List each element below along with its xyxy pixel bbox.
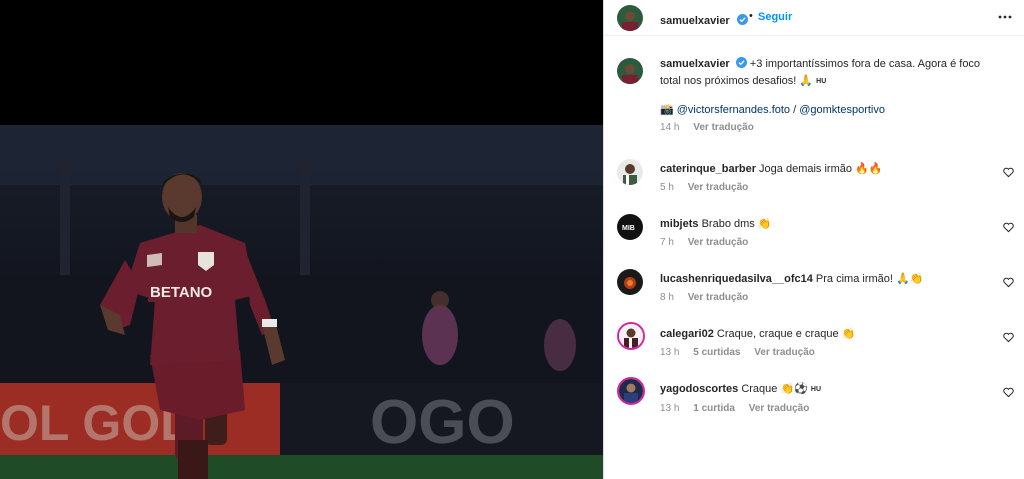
caption-time: 14 h bbox=[660, 122, 680, 133]
comment-item: MIB mibjets Brabo dms 👏 7 h Ver tradução bbox=[604, 210, 1024, 260]
author-avatar[interactable] bbox=[617, 5, 643, 31]
comment-username[interactable]: lucashenriquedasilva__ofc14 bbox=[660, 273, 813, 285]
heart-icon[interactable] bbox=[1003, 222, 1014, 233]
caption-text-line2: total nos próximos desafios! 🙏 bbox=[660, 75, 814, 87]
comment-avatar[interactable] bbox=[617, 269, 643, 295]
comment-text: Craque 👏⚽ bbox=[741, 383, 808, 395]
camera-icon: 📸 bbox=[660, 104, 674, 116]
comment-hu: HU bbox=[810, 386, 822, 393]
post-photo: OL GOL OGO BETANO bbox=[0, 125, 603, 479]
comment-username[interactable]: mibjets bbox=[660, 218, 699, 230]
comment-item: yagodoscortes Craque 👏⚽ HU 13 h 1 curtid… bbox=[604, 375, 1024, 425]
caption-text-line1: +3 importantíssimos fora de casa. Agora … bbox=[749, 58, 981, 70]
header-separator: • bbox=[749, 10, 753, 22]
comment-avatar[interactable]: MIB bbox=[617, 214, 643, 240]
comment-likes[interactable]: 1 curtida bbox=[693, 403, 735, 414]
comment-time: 7 h bbox=[660, 237, 674, 248]
comment-avatar[interactable] bbox=[617, 159, 643, 185]
comment-text: Brabo dms 👏 bbox=[701, 218, 772, 230]
comment-text: Craque, craque e craque 👏 bbox=[716, 328, 856, 340]
heart-icon[interactable] bbox=[1003, 167, 1014, 178]
post-panel: samuelxavier • Seguir samuelxavier +3 im… bbox=[603, 0, 1024, 479]
comment-text: Joga demais irmão 🔥🔥 bbox=[759, 163, 883, 175]
comment-item: calegari02 Craque, craque e craque 👏 13 … bbox=[604, 320, 1024, 370]
comment-time: 13 h bbox=[660, 403, 680, 414]
comment-avatar[interactable] bbox=[617, 377, 645, 405]
post-header: samuelxavier • Seguir bbox=[604, 0, 1024, 36]
comment-likes[interactable]: 5 curtidas bbox=[693, 347, 740, 358]
more-options-icon[interactable] bbox=[998, 10, 1012, 24]
comment-username[interactable]: yagodoscortes bbox=[660, 383, 738, 395]
caption-avatar[interactable] bbox=[617, 58, 643, 84]
heart-icon[interactable] bbox=[1003, 277, 1014, 288]
author-username[interactable]: samuelxavier bbox=[660, 15, 730, 27]
comment-translate[interactable]: Ver tradução bbox=[754, 347, 815, 358]
verified-badge-icon bbox=[735, 57, 747, 68]
comment-item: lucashenriquedasilva__ofc14 Pra cima irm… bbox=[604, 265, 1024, 315]
comment-time: 5 h bbox=[660, 182, 674, 193]
comment-username[interactable]: caterinque_barber bbox=[660, 163, 756, 175]
comment-item: caterinque_barber Joga demais irmão 🔥🔥 5… bbox=[604, 155, 1024, 205]
caption-username[interactable]: samuelxavier bbox=[660, 58, 730, 70]
credit-separator: / bbox=[793, 104, 797, 116]
caption-hu: HU bbox=[816, 78, 827, 85]
credit-link-2[interactable]: @gomktesportivo bbox=[799, 104, 885, 116]
comment-translate[interactable]: Ver tradução bbox=[749, 403, 810, 414]
caption-translate[interactable]: Ver tradução bbox=[693, 122, 754, 133]
comment-translate[interactable]: Ver tradução bbox=[688, 182, 749, 193]
comment-translate[interactable]: Ver tradução bbox=[688, 237, 749, 248]
mib-avatar-text: MIB bbox=[622, 225, 635, 232]
comment-translate[interactable]: Ver tradução bbox=[688, 292, 749, 303]
comment-time: 13 h bbox=[660, 347, 680, 358]
follow-button[interactable]: Seguir bbox=[758, 11, 792, 23]
credit-link-1[interactable]: @victorsfernandes.foto bbox=[677, 104, 790, 116]
board-text-right: OGO bbox=[370, 388, 515, 457]
jersey-sponsor: BETANO bbox=[150, 284, 213, 301]
comment-avatar[interactable] bbox=[617, 322, 645, 350]
verified-badge-icon bbox=[737, 14, 749, 25]
comment-username[interactable]: calegari02 bbox=[660, 328, 714, 340]
post-media[interactable]: OL GOL OGO BETANO bbox=[0, 0, 603, 479]
heart-icon[interactable] bbox=[1003, 332, 1014, 343]
comment-text: Pra cima irmão! 🙏👏 bbox=[815, 273, 924, 285]
heart-icon[interactable] bbox=[1003, 387, 1014, 398]
comment-time: 8 h bbox=[660, 292, 674, 303]
